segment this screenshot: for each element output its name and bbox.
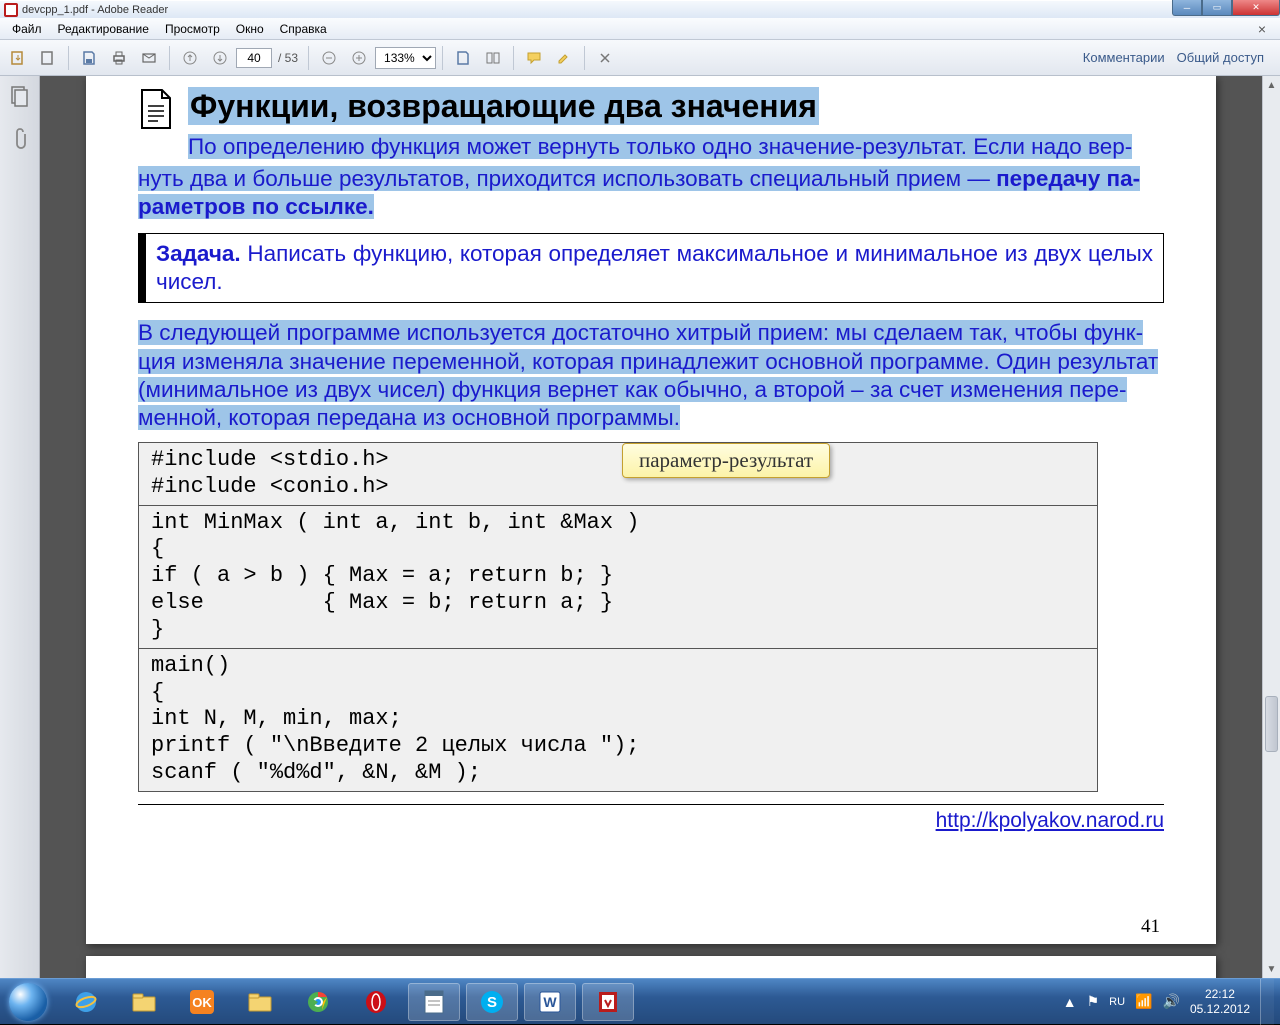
print-button[interactable] bbox=[105, 45, 133, 71]
pdf-page: Функции, возвращающие два значения По оп… bbox=[86, 76, 1216, 944]
svg-text:W: W bbox=[543, 994, 557, 1010]
page-total-label: / 53 bbox=[278, 51, 298, 65]
toolbar-separator bbox=[513, 46, 514, 70]
pdf-file-icon bbox=[4, 3, 18, 17]
tray-language-indicator[interactable]: RU bbox=[1109, 996, 1125, 1008]
comments-link[interactable]: Комментарии bbox=[1083, 50, 1165, 65]
page-number: 41 bbox=[1141, 916, 1160, 938]
save-button[interactable] bbox=[75, 45, 103, 71]
save-copy-button[interactable] bbox=[449, 45, 477, 71]
highlight-button[interactable] bbox=[550, 45, 578, 71]
taskbar-ie-icon[interactable] bbox=[60, 983, 112, 1021]
thumbnails-icon[interactable] bbox=[9, 84, 31, 110]
window-titlebar: devcpp_1.pdf - Adobe Reader ─ ▭ ✕ bbox=[0, 0, 1280, 18]
window-controls: ─ ▭ ✕ bbox=[1172, 0, 1280, 16]
window-title: devcpp_1.pdf - Adobe Reader bbox=[22, 4, 168, 16]
tray-arrow-icon[interactable]: ▲ bbox=[1063, 994, 1077, 1010]
menu-bar: Файл Редактирование Просмотр Окно Справк… bbox=[0, 18, 1280, 40]
document-close-button[interactable]: × bbox=[1250, 19, 1274, 39]
taskbar-apps: OK S W bbox=[60, 983, 634, 1021]
page-number-input[interactable] bbox=[236, 48, 272, 68]
view-mode-button[interactable] bbox=[479, 45, 507, 71]
scroll-down-arrow[interactable]: ▼ bbox=[1263, 960, 1280, 978]
zoom-out-button[interactable] bbox=[315, 45, 343, 71]
export-pdf-button[interactable] bbox=[4, 45, 32, 71]
callout-label: параметр-результат bbox=[622, 443, 830, 478]
menu-help[interactable]: Справка bbox=[272, 20, 335, 38]
pdf-page-next bbox=[86, 956, 1216, 978]
tray-clock[interactable]: 22:12 05.12.2012 bbox=[1190, 987, 1250, 1016]
tray-network-icon[interactable]: 📶 bbox=[1135, 993, 1152, 1010]
main-area: Функции, возвращающие два значения По оп… bbox=[0, 76, 1280, 978]
task-box: Задача. Написать функцию, которая опреде… bbox=[138, 233, 1164, 303]
scrollbar-thumb[interactable] bbox=[1265, 696, 1278, 752]
page-up-button[interactable] bbox=[176, 45, 204, 71]
share-link[interactable]: Общий доступ bbox=[1177, 50, 1264, 65]
section-heading: Функции, возвращающие два значения bbox=[188, 87, 819, 125]
side-panel bbox=[0, 76, 40, 978]
taskbar-opera-icon[interactable] bbox=[350, 983, 402, 1021]
document-icon bbox=[138, 88, 174, 130]
taskbar-reader-icon[interactable] bbox=[582, 983, 634, 1021]
toolbar-separator bbox=[584, 46, 585, 70]
taskbar-explorer-icon[interactable] bbox=[118, 983, 170, 1021]
taskbar-skype-icon[interactable]: S bbox=[466, 983, 518, 1021]
email-button[interactable] bbox=[135, 45, 163, 71]
scroll-up-arrow[interactable]: ▲ bbox=[1263, 76, 1280, 94]
page-down-button[interactable] bbox=[206, 45, 234, 71]
create-pdf-button[interactable] bbox=[34, 45, 62, 71]
start-button[interactable] bbox=[0, 979, 56, 1025]
menu-window[interactable]: Окно bbox=[228, 20, 272, 38]
paragraph-2: В следующей программе используется доста… bbox=[138, 319, 1164, 432]
tray-volume-icon[interactable]: 🔊 bbox=[1163, 993, 1180, 1010]
document-viewer: Функции, возвращающие два значения По оп… bbox=[40, 76, 1280, 978]
show-desktop-button[interactable] bbox=[1260, 979, 1274, 1025]
footer-link: http://kpolyakov.narod.ru bbox=[138, 809, 1164, 833]
zoom-in-button[interactable] bbox=[345, 45, 373, 71]
svg-text:OK: OK bbox=[192, 995, 212, 1010]
toolbar-separator bbox=[68, 46, 69, 70]
close-button[interactable]: ✕ bbox=[1232, 0, 1280, 16]
footer-rule bbox=[138, 804, 1164, 805]
comment-button[interactable] bbox=[520, 45, 548, 71]
svg-text:S: S bbox=[487, 994, 497, 1011]
source-url-link[interactable]: http://kpolyakov.narod.ru bbox=[936, 809, 1164, 832]
tray-flag-icon[interactable]: ⚑ bbox=[1087, 993, 1100, 1010]
toolbar: / 53 133% Комментарии Общий доступ bbox=[0, 40, 1280, 76]
code-block: #include <stdio.h> #include <conio.h> in… bbox=[138, 442, 1098, 792]
maximize-button[interactable]: ▭ bbox=[1202, 0, 1232, 16]
taskbar-chrome-icon[interactable] bbox=[292, 983, 344, 1021]
menu-file[interactable]: Файл bbox=[4, 20, 50, 38]
read-mode-button[interactable] bbox=[591, 45, 619, 71]
taskbar-folder-icon[interactable] bbox=[234, 983, 286, 1021]
attachments-icon[interactable] bbox=[9, 126, 31, 152]
toolbar-separator bbox=[169, 46, 170, 70]
paragraph-1: По определению функция может вернуть тол… bbox=[188, 133, 1164, 161]
menu-view[interactable]: Просмотр bbox=[157, 20, 228, 38]
menu-edit[interactable]: Редактирование bbox=[50, 20, 157, 38]
toolbar-separator bbox=[442, 46, 443, 70]
zoom-select[interactable]: 133% bbox=[375, 47, 436, 69]
paragraph-1-cont: нуть два и больше результатов, приходитс… bbox=[138, 165, 1164, 221]
taskbar-word-icon[interactable]: W bbox=[524, 983, 576, 1021]
windows-taskbar: OK S W ▲ ⚑ RU 📶 🔊 22:12 05.12.2012 bbox=[0, 978, 1280, 1024]
taskbar-notepad-icon[interactable] bbox=[408, 983, 460, 1021]
minimize-button[interactable]: ─ bbox=[1172, 0, 1202, 16]
taskbar-ok-icon[interactable]: OK bbox=[176, 983, 228, 1021]
system-tray: ▲ ⚑ RU 📶 🔊 22:12 05.12.2012 bbox=[1063, 979, 1280, 1025]
vertical-scrollbar[interactable]: ▲ ▼ bbox=[1262, 76, 1280, 978]
toolbar-separator bbox=[308, 46, 309, 70]
